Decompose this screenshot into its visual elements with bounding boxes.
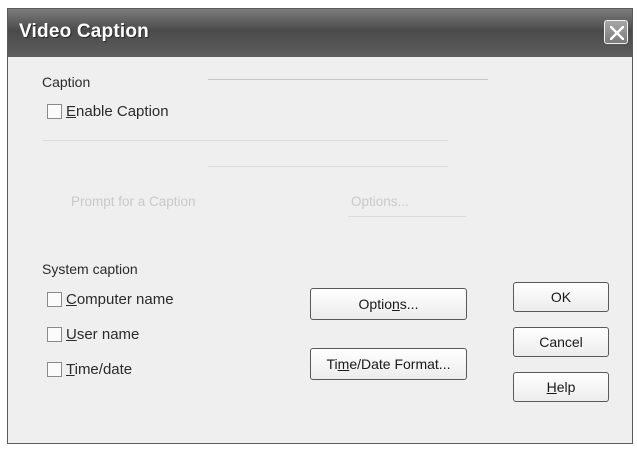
video-caption-dialog: Video Caption Caption Enable Caption Pro… xyxy=(7,8,633,444)
enable-caption-label: Enable Caption xyxy=(66,102,169,120)
time-date-box[interactable] xyxy=(47,361,62,377)
caption-text-field-line xyxy=(43,140,448,141)
ok-button[interactable]: OK xyxy=(513,282,609,312)
caption-group-divider xyxy=(208,79,488,80)
close-icon[interactable] xyxy=(604,20,628,44)
time-date-format-button[interactable]: Time/Date Format... xyxy=(310,348,467,380)
computer-name-label: Computer name xyxy=(66,290,174,308)
caption-group-label: Caption xyxy=(42,74,91,90)
time-date-label: Time/date xyxy=(66,360,133,378)
system-options-label: Options... xyxy=(358,296,419,312)
caption-text-field-line-2 xyxy=(208,166,448,167)
system-options-button[interactable]: Options... xyxy=(310,288,467,320)
caption-options-button-disabled: Options... xyxy=(351,194,409,209)
help-button[interactable]: Help xyxy=(513,372,609,402)
caption-options-underline xyxy=(348,216,466,217)
computer-name-box[interactable] xyxy=(47,291,62,307)
time-date-format-label: Time/Date Format... xyxy=(326,356,451,372)
enable-caption-box[interactable] xyxy=(47,103,62,119)
user-name-box[interactable] xyxy=(47,326,62,342)
window-title: Video Caption xyxy=(19,21,149,42)
time-date-checkbox[interactable]: Time/date xyxy=(47,359,132,379)
system-caption-group-label: System caption xyxy=(42,261,138,277)
user-name-label: User name xyxy=(66,325,140,343)
help-label: Help xyxy=(546,379,576,395)
enable-caption-checkbox[interactable]: Enable Caption xyxy=(47,101,169,121)
title-bar[interactable]: Video Caption xyxy=(8,9,632,57)
cancel-button[interactable]: Cancel xyxy=(513,327,609,357)
prompt-caption-option: Prompt for a Caption xyxy=(71,194,196,209)
computer-name-checkbox[interactable]: Computer name xyxy=(47,289,174,309)
user-name-checkbox[interactable]: User name xyxy=(47,324,139,344)
